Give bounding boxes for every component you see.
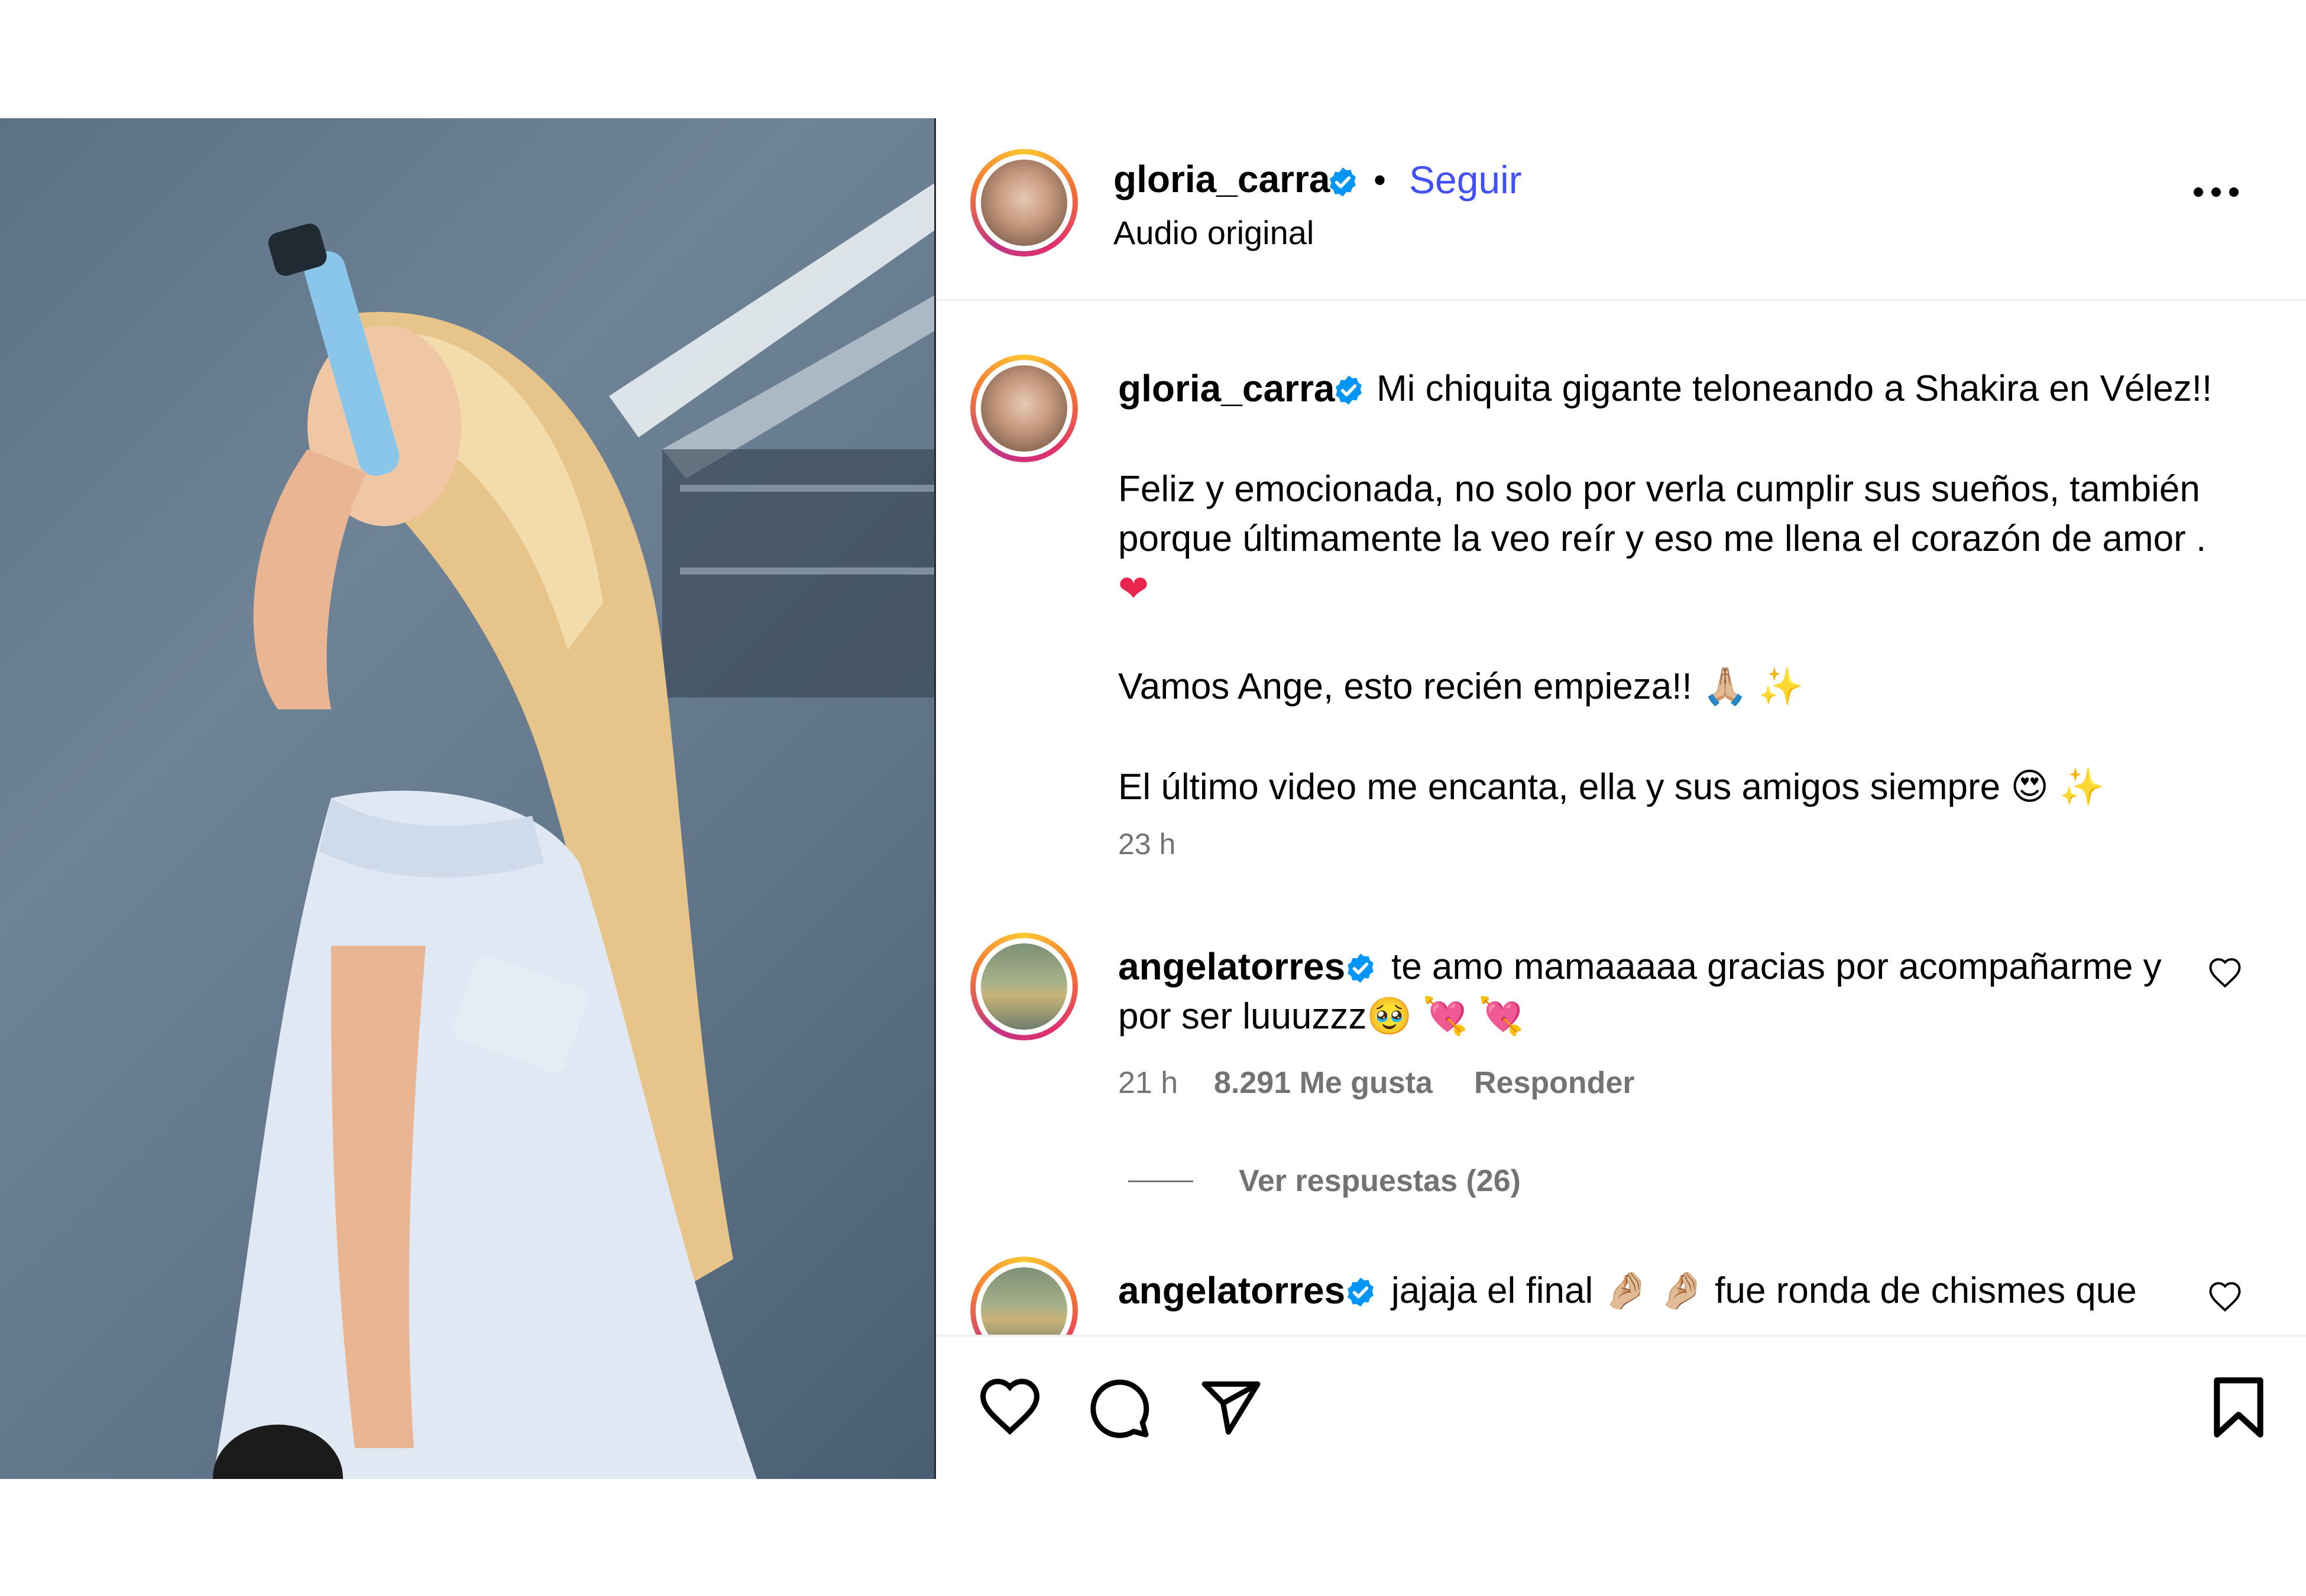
view-replies-line: [1128, 1180, 1193, 1182]
comment-like-heart-icon[interactable]: [2207, 956, 2243, 988]
post-side-panel: gloria_carra • Seguir Audio original glo…: [936, 118, 2306, 1479]
caption-timestamp[interactable]: 23 h: [1118, 819, 1175, 869]
bookmark-icon[interactable]: [2210, 1375, 2267, 1440]
follow-button[interactable]: Seguir: [1409, 157, 1522, 202]
post-video[interactable]: [0, 118, 934, 1479]
commenter-avatar[interactable]: [970, 933, 1078, 1040]
verified-badge-icon: [1336, 375, 1362, 405]
comment-text-line-1: jajaja el final 🤌🏼 🤌🏼 fue ronda de chism…: [1391, 1270, 2137, 1311]
comment-text-line-2: por ser luuuzzz🥹 💘 💘: [1118, 996, 1524, 1037]
more-icon[interactable]: [2190, 183, 2243, 201]
verified-badge-icon: [1348, 1277, 1374, 1307]
comment-text-line-1: te amo mamaaaaa gracias por acompañarme …: [1391, 946, 2162, 987]
actions-divider: [936, 1335, 2306, 1337]
header-divider: [936, 299, 2306, 301]
comment-like-heart-icon[interactable]: [2207, 1280, 2243, 1312]
audio-label[interactable]: Audio original: [1113, 208, 1314, 258]
comment-icon[interactable]: [1087, 1376, 1151, 1440]
caption-avatar[interactable]: [970, 355, 1078, 462]
caption-paragraph-3: Vamos Ange, esto recién empieza!! 🙏🏼 ✨: [1118, 666, 1804, 707]
comment-like-count[interactable]: 8.291 Me gusta: [1214, 1058, 1433, 1108]
verified-badge-icon: [1330, 167, 1356, 197]
header-separator: •: [1374, 160, 1387, 200]
reply-button[interactable]: Responder: [1474, 1058, 1635, 1108]
caption-username[interactable]: gloria_carra: [1118, 366, 1335, 410]
commenter-avatar[interactable]: [970, 1257, 1078, 1335]
caption-paragraph-2-line-2: porque últimamente la veo reír y eso me …: [1118, 518, 2207, 559]
heart-icon[interactable]: [977, 1376, 1042, 1435]
comment-username[interactable]: angelatorres: [1118, 945, 1345, 988]
caption-paragraph-4: El último video me encanta, ella y sus a…: [1118, 767, 2105, 807]
caption-line-1: Mi chiquita gigante teloneando a Shakira…: [1377, 368, 2213, 409]
share-icon[interactable]: [1199, 1376, 1263, 1440]
verified-badge-icon: [1348, 953, 1374, 983]
author-avatar[interactable]: [970, 149, 1078, 257]
heart-emoji: ❤: [1118, 567, 1149, 610]
comment-timestamp[interactable]: 21 h: [1118, 1058, 1178, 1108]
comment-username[interactable]: angelatorres: [1118, 1269, 1345, 1312]
author-username[interactable]: gloria_carra: [1113, 157, 1330, 201]
video-frame-illustration: [213, 183, 934, 1479]
comment-clip-region: angelatorres jajaja el final 🤌🏼 🤌🏼 fue r…: [936, 1241, 2306, 1335]
view-replies-button[interactable]: Ver respuestas (26): [1239, 1156, 1521, 1206]
caption-paragraph-2-line-1: Feliz y emocionada, no solo por verla cu…: [1118, 469, 2200, 510]
